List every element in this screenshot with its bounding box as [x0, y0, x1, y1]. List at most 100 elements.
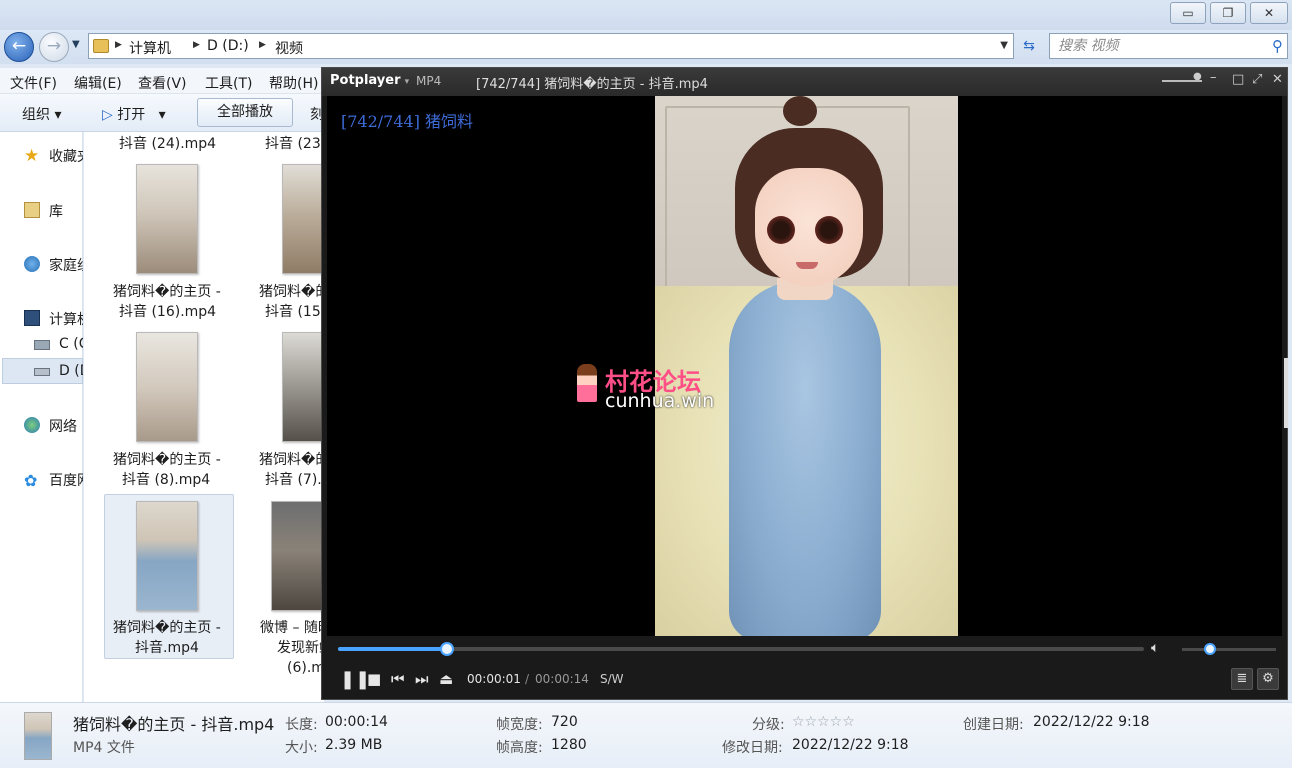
play-all-button[interactable]: 全部播放	[197, 98, 293, 127]
file-name[interactable]: 抖音 (23).mp4	[265, 134, 324, 154]
star-icon: ★	[24, 146, 40, 166]
file-name-line2[interactable]: 抖音 (8).mp4	[122, 470, 210, 490]
file-name-line2[interactable]: 抖音 (7).mp4	[265, 470, 324, 490]
address-bar[interactable]: ▶ 计算机 ▶ D (D:) ▶ 视频 ▼	[88, 33, 1014, 59]
nav-libraries[interactable]: 库	[49, 201, 83, 221]
nav-drive-c[interactable]: C (C:)	[59, 336, 83, 352]
file-name-line2[interactable]: 发现新鲜事	[277, 638, 321, 658]
open-label: 打开	[117, 107, 146, 123]
nav-computer[interactable]: 计算机	[49, 309, 83, 329]
volume-handle[interactable]	[1204, 643, 1217, 655]
player-menu-button[interactable]: Potplayer ▾	[330, 73, 409, 88]
detail-height: 1280	[551, 737, 587, 753]
next-button[interactable]: ⏭︎	[415, 670, 429, 688]
eject-button[interactable]: ⏏︎	[439, 670, 453, 688]
menu-edit[interactable]: 编辑(E)	[74, 73, 122, 93]
player-file-title: [742/744] 猪饲料�的主页 - 抖音.mp4	[476, 77, 708, 92]
seek-handle[interactable]	[439, 642, 454, 656]
file-name[interactable]: 抖音 (24).mp4	[119, 134, 216, 154]
chevron-right-icon[interactable]: ▶	[193, 40, 200, 50]
side-panel-handle[interactable]	[1284, 358, 1288, 428]
file-name-line3[interactable]: (6).mp4	[287, 658, 321, 678]
seek-progress	[338, 647, 447, 651]
file-name[interactable]: 猪饲料�的主页 -	[113, 282, 221, 302]
minimize-button[interactable]: ▭	[1170, 2, 1206, 24]
previous-button[interactable]: ⏮︎	[391, 670, 405, 688]
settings-button[interactable]: ⚙	[1257, 668, 1279, 690]
video-thumbnail[interactable]	[136, 332, 198, 442]
volume-icon[interactable]: 🔈︎	[1151, 640, 1159, 656]
navigation-pane: ★ 收藏夹 库 家庭组 计算机 C (C:) D (D:) 网络 ✿ 百度网盘	[0, 132, 83, 702]
volume-slider[interactable]	[1182, 643, 1276, 655]
stereo-mode-button[interactable]: S/W	[600, 672, 624, 686]
search-input[interactable]: 搜索 视频 ⚲	[1049, 33, 1288, 59]
breadcrumb-videos[interactable]: 视频	[275, 38, 303, 58]
video-thumbnail[interactable]	[136, 501, 198, 611]
chevron-right-icon[interactable]: ▶	[259, 40, 266, 50]
file-name[interactable]: 猪饲料�的主页 -	[259, 450, 324, 470]
back-button[interactable]: ←	[4, 32, 34, 62]
close-button[interactable]: ✕	[1250, 2, 1288, 24]
total-time: 00:00:14	[535, 672, 589, 686]
menu-view[interactable]: 查看(V)	[138, 73, 187, 93]
forward-button[interactable]: →	[39, 32, 69, 62]
menu-help[interactable]: 帮助(H)	[269, 73, 318, 93]
menu-tools[interactable]: 工具(T)	[205, 73, 252, 93]
organize-button[interactable]: 组织 ▾	[22, 104, 61, 124]
nav-homegroup[interactable]: 家庭组	[49, 255, 83, 275]
file-name[interactable]: 猪饲料�的主页 -	[259, 282, 324, 302]
menu-file[interactable]: 文件(F)	[10, 73, 57, 93]
refresh-button[interactable]: ⇆	[1016, 34, 1042, 58]
file-name[interactable]: 微博 – 随时随地	[260, 618, 321, 638]
file-name[interactable]: 猪饲料�的主页 -	[113, 450, 221, 470]
player-maximize-button[interactable]: □	[1232, 72, 1244, 87]
breadcrumb-drive-d[interactable]: D (D:)	[207, 38, 249, 54]
arrow-left-icon: ←	[11, 36, 27, 56]
rating-stars[interactable]: ☆☆☆☆☆	[792, 714, 855, 730]
pin-icon[interactable]: ●	[1193, 71, 1202, 82]
detail-rating-label: 分级:	[752, 717, 785, 733]
file-name-line2[interactable]: 抖音 (16).mp4	[119, 302, 216, 322]
computer-icon	[24, 310, 40, 326]
left-eye	[767, 216, 795, 244]
restore-button[interactable]: ❐	[1210, 2, 1246, 24]
file-name-line2[interactable]: 抖音 (15).mp4	[265, 302, 324, 322]
search-icon[interactable]: ⚲	[1272, 34, 1283, 58]
dress	[729, 281, 881, 636]
explorer-titlebar: ▭ ❐ ✕	[0, 0, 1292, 30]
stop-button[interactable]: ■	[367, 670, 381, 688]
homegroup-icon	[24, 256, 40, 272]
open-button[interactable]: ▷ 打开 ▾	[102, 104, 166, 124]
file-name[interactable]: 猪饲料�的主页 -	[113, 618, 221, 638]
nav-baidu-netdisk[interactable]: 百度网盘	[49, 470, 83, 490]
menu-bar: 文件(F) 编辑(E) 查看(V) 工具(T) 帮助(H)	[0, 68, 330, 94]
nav-network[interactable]: 网络	[49, 416, 83, 436]
file-name-line2[interactable]: 抖音.mp4	[135, 638, 199, 658]
player-minimize-button[interactable]: –	[1210, 70, 1217, 85]
nav-drive-d[interactable]: D (D:)	[59, 363, 83, 379]
seek-bar[interactable]	[338, 642, 1144, 656]
chevron-right-icon[interactable]: ▶	[115, 40, 122, 50]
recent-pages-dropdown[interactable]: ▼	[72, 39, 80, 50]
drive-icon	[34, 368, 50, 376]
watermark-url: cunhua.win	[605, 390, 715, 412]
video-thumbnail[interactable]	[136, 164, 198, 274]
detail-created-label: 创建日期:	[963, 717, 1024, 733]
nav-favorites[interactable]: 收藏夹	[49, 146, 83, 166]
player-titlebar: Potplayer ▾ MP4 [742/744] 猪饲料�的主页 - 抖音.m…	[322, 68, 1287, 96]
video-area[interactable]: [742/744] 猪饲料 村花论坛 cunhua.win	[327, 96, 1282, 636]
breadcrumb-computer[interactable]: 计算机	[129, 38, 171, 58]
pause-button[interactable]: ❚❚	[340, 669, 370, 690]
organize-label: 组织	[22, 107, 50, 123]
video-thumbnail[interactable]	[282, 164, 324, 274]
mascot-icon	[577, 364, 597, 402]
playlist-button[interactable]: ≣	[1231, 668, 1253, 690]
video-thumbnail[interactable]	[282, 332, 324, 442]
chevron-down-icon[interactable]: ▼	[1000, 40, 1008, 51]
network-icon	[24, 417, 40, 433]
details-pane: 猪饲料�的主页 - 抖音.mp4 MP4 文件 长度: 00:00:14 大小:…	[0, 702, 1292, 768]
player-close-button[interactable]: ✕	[1272, 72, 1283, 87]
detail-created: 2022/12/22 9:18	[1033, 714, 1150, 730]
fullscreen-icon[interactable]: ⤢	[1252, 72, 1262, 87]
detail-width: 720	[551, 714, 578, 730]
